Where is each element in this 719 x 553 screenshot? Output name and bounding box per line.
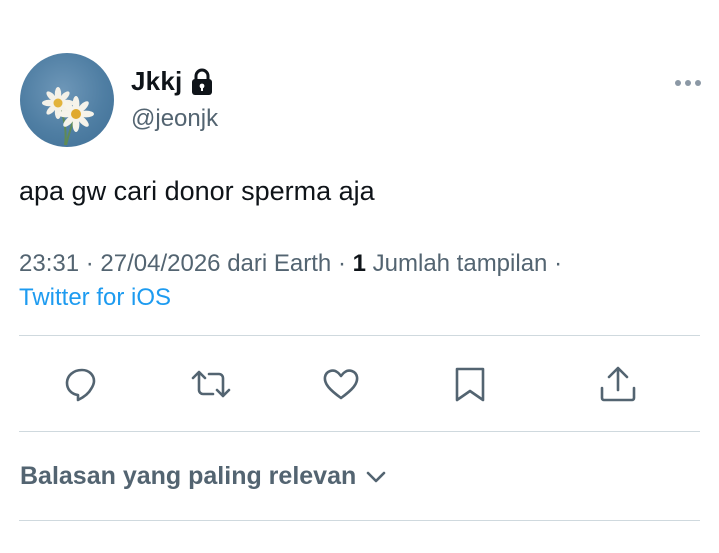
tweet-source-link[interactable]: Twitter for iOS (19, 284, 171, 312)
user-handle[interactable]: @jeonjk (131, 105, 218, 133)
replies-sort-label[interactable]: Balasan yang paling relevan (20, 462, 356, 491)
meta-separator: · (337, 250, 353, 277)
tweet-meta: 23:31 · 27/04/2026 dari Earth · 1 Jumlah… (19, 250, 562, 278)
avatar[interactable] (20, 53, 114, 147)
tweet-date[interactable]: 27/04/2026 (100, 250, 220, 277)
views-label: Jumlah tampilan (372, 250, 548, 277)
replies-sort-dropdown[interactable]: Balasan yang paling relevan (20, 462, 386, 491)
retweet-icon[interactable] (191, 364, 231, 404)
lock-icon (192, 68, 213, 95)
user-name[interactable]: Jkkj (131, 66, 182, 97)
like-icon[interactable] (321, 364, 361, 404)
views-count: 1 (352, 250, 366, 277)
divider (19, 520, 700, 521)
user-name-row[interactable]: Jkkj (131, 66, 213, 97)
chevron-down-icon[interactable] (366, 470, 386, 484)
meta-separator: · (554, 250, 563, 277)
tweet-location: dari Earth (227, 250, 332, 277)
tweet-actions-bar (0, 356, 719, 412)
more-icon[interactable] (674, 77, 702, 89)
tweet-text: apa gw cari donor sperma aja (19, 176, 375, 206)
divider (19, 431, 700, 432)
meta-separator: · (85, 250, 101, 277)
tweet-time[interactable]: 23:31 (19, 250, 79, 277)
avatar-flowers-image (42, 87, 94, 146)
share-icon[interactable] (598, 364, 638, 404)
bookmark-icon[interactable] (450, 364, 490, 404)
reply-icon[interactable] (62, 364, 102, 404)
divider (19, 335, 700, 336)
